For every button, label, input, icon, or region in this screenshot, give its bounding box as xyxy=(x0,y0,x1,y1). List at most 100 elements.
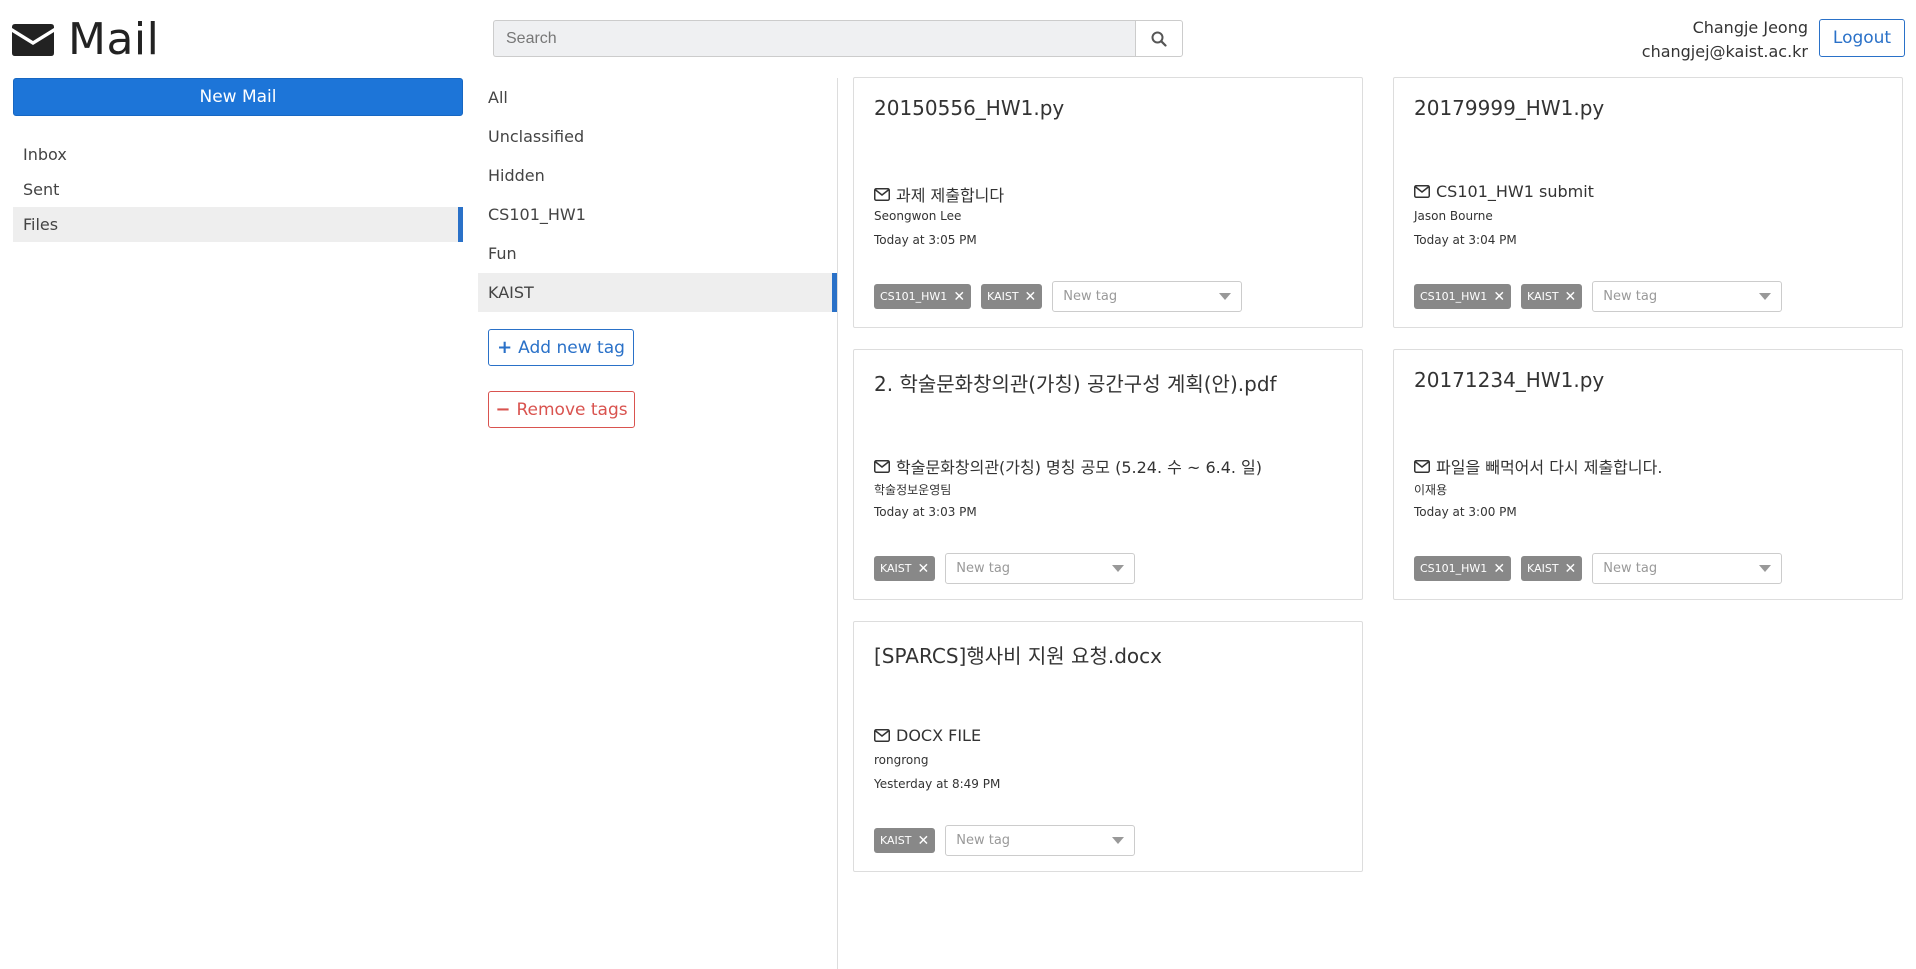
mail-subject[interactable]: 파일을 빼먹어서 다시 제출합니다. xyxy=(1414,454,1662,478)
new-tag-placeholder: New tag xyxy=(1603,289,1658,304)
new-tag-dropdown[interactable]: New tag xyxy=(945,553,1136,584)
mail-time: Today at 3:05 PM xyxy=(874,233,977,247)
mail-time: Today at 3:04 PM xyxy=(1414,233,1517,247)
file-card[interactable]: 20179999_HW1.py CS101_HW1 submit Jason B… xyxy=(1393,77,1903,328)
minus-icon: − xyxy=(495,399,511,420)
mail-subject[interactable]: 학술문화창의관(가칭) 명칭 공모 (5.24. 수 ~ 6.4. 일) xyxy=(874,454,1262,478)
envelope-outline-icon xyxy=(1414,459,1430,473)
mail-sender: 학술정보운영팀 xyxy=(874,483,952,497)
file-name[interactable]: 20179999_HW1.py xyxy=(1414,96,1604,120)
sidebar-nav: Inbox Sent Files xyxy=(13,137,463,242)
close-icon[interactable]: ✕ xyxy=(1565,289,1577,305)
close-icon[interactable]: ✕ xyxy=(1493,289,1505,305)
mail-subject-text: 학술문화창의관(가칭) 명칭 공모 (5.24. 수 ~ 6.4. 일) xyxy=(896,458,1263,477)
close-icon[interactable]: ✕ xyxy=(1493,561,1505,577)
new-tag-placeholder: New tag xyxy=(1603,561,1658,576)
tag-chip: KAIST ✕ xyxy=(981,284,1043,309)
search-icon xyxy=(1151,31,1167,47)
close-icon[interactable]: ✕ xyxy=(918,833,930,849)
envelope-outline-icon xyxy=(1414,185,1430,198)
tag-chip: KAIST ✕ xyxy=(874,556,936,581)
caret-down-icon xyxy=(1112,837,1125,844)
mail-subject-text: 과제 제출합니다 xyxy=(896,186,1005,205)
new-tag-dropdown[interactable]: New tag xyxy=(1052,281,1243,312)
tag-chip: CS101_HW1 ✕ xyxy=(874,284,972,309)
new-tag-placeholder: New tag xyxy=(956,561,1011,576)
remove-tags-button[interactable]: − Remove tags xyxy=(488,391,635,428)
remove-tags-label: Remove tags xyxy=(516,399,628,420)
tag-chip-label: KAIST xyxy=(880,562,912,575)
new-tag-dropdown[interactable]: New tag xyxy=(945,825,1136,856)
tag-chip: CS101_HW1 ✕ xyxy=(1414,556,1512,581)
file-tags: CS101_HW1 ✕ KAIST ✕ New tag xyxy=(1414,553,1783,584)
caret-down-icon xyxy=(1759,293,1772,300)
search-input[interactable] xyxy=(493,20,1135,57)
file-card[interactable]: 2. 학술문화창의관(가칭) 공간구성 계획(안).pdf 학술문화창의관(가칭… xyxy=(853,349,1363,600)
tag-filter-kaist[interactable]: KAIST xyxy=(478,273,837,312)
file-tags: CS101_HW1 ✕ KAIST ✕ New tag xyxy=(1414,281,1783,312)
brand: Mail xyxy=(12,14,159,66)
mail-time: Today at 3:00 PM xyxy=(1414,505,1517,519)
new-tag-dropdown[interactable]: New tag xyxy=(1592,553,1783,584)
close-icon[interactable]: ✕ xyxy=(1565,561,1577,577)
file-card[interactable]: [SPARCS]행사비 지원 요청.docx DOCX FILE rongron… xyxy=(853,621,1363,872)
tag-chip-label: KAIST xyxy=(987,290,1019,303)
column-divider xyxy=(837,78,838,969)
mail-sender: 이재용 xyxy=(1414,483,1448,497)
caret-down-icon xyxy=(1759,565,1772,572)
tag-chip-label: KAIST xyxy=(1527,562,1559,575)
close-icon[interactable]: ✕ xyxy=(1025,289,1037,305)
sidebar-item-sent[interactable]: Sent xyxy=(13,172,463,207)
add-new-tag-label: Add new tag xyxy=(518,337,625,358)
tag-filter-cs101-hw1[interactable]: CS101_HW1 xyxy=(478,195,837,234)
logout-button[interactable]: Logout xyxy=(1819,19,1905,57)
tag-chip: CS101_HW1 ✕ xyxy=(1414,284,1512,309)
mail-subject[interactable]: 과제 제출합니다 xyxy=(874,182,1004,206)
file-name[interactable]: 20171234_HW1.py xyxy=(1414,368,1604,392)
tag-chip-label: CS101_HW1 xyxy=(880,290,948,303)
mail-sender: Jason Bourne xyxy=(1414,209,1493,223)
search-bar xyxy=(493,20,1183,57)
envelope-icon xyxy=(12,24,54,56)
envelope-outline-icon xyxy=(874,459,890,473)
tag-chip-label: KAIST xyxy=(880,834,912,847)
mail-subject-text: CS101_HW1 submit xyxy=(1436,182,1594,201)
mail-sender: rongrong xyxy=(874,753,929,767)
tag-filter-list: All Unclassified Hidden CS101_HW1 Fun KA… xyxy=(478,78,837,312)
mail-subject[interactable]: DOCX FILE xyxy=(874,726,981,745)
mail-sender: Seongwon Lee xyxy=(874,209,962,223)
mail-time: Yesterday at 8:49 PM xyxy=(874,777,1001,791)
add-new-tag-button[interactable]: + Add new tag xyxy=(488,329,634,366)
file-card[interactable]: 20171234_HW1.py 파일을 빼먹어서 다시 제출합니다. 이재용 T… xyxy=(1393,349,1903,600)
envelope-outline-icon xyxy=(874,729,890,742)
tag-filter-hidden[interactable]: Hidden xyxy=(478,156,837,195)
sidebar-item-files[interactable]: Files xyxy=(13,207,463,242)
user-info: Changje Jeong changjej@kaist.ac.kr xyxy=(1642,16,1808,64)
envelope-outline-icon xyxy=(874,187,890,201)
tag-chip: KAIST ✕ xyxy=(874,828,936,853)
file-name[interactable]: 20150556_HW1.py xyxy=(874,96,1064,120)
file-card[interactable]: 20150556_HW1.py 과제 제출합니다 Seongwon Lee To… xyxy=(853,77,1363,328)
close-icon[interactable]: ✕ xyxy=(918,561,930,577)
sidebar-item-inbox[interactable]: Inbox xyxy=(13,137,463,172)
new-tag-dropdown[interactable]: New tag xyxy=(1592,281,1783,312)
search-button[interactable] xyxy=(1135,20,1183,57)
mail-subject-text: DOCX FILE xyxy=(896,726,982,745)
tag-filter-unclassified[interactable]: Unclassified xyxy=(478,117,837,156)
file-name[interactable]: [SPARCS]행사비 지원 요청.docx xyxy=(874,640,1162,669)
tag-filter-all[interactable]: All xyxy=(478,78,837,117)
new-tag-placeholder: New tag xyxy=(956,833,1011,848)
file-tags: CS101_HW1 ✕ KAIST ✕ New tag xyxy=(874,281,1243,312)
tag-chip: KAIST ✕ xyxy=(1521,284,1583,309)
new-tag-placeholder: New tag xyxy=(1063,289,1118,304)
file-tags: KAIST ✕ New tag xyxy=(874,553,1136,584)
tag-chip-label: KAIST xyxy=(1527,290,1559,303)
new-mail-button[interactable]: New Mail xyxy=(13,78,463,116)
file-name[interactable]: 2. 학술문화창의관(가칭) 공간구성 계획(안).pdf xyxy=(874,368,1277,397)
mail-subject[interactable]: CS101_HW1 submit xyxy=(1414,182,1594,201)
close-icon[interactable]: ✕ xyxy=(953,289,965,305)
caret-down-icon xyxy=(1112,565,1125,572)
tag-filter-fun[interactable]: Fun xyxy=(478,234,837,273)
app-title: Mail xyxy=(68,14,160,65)
user-name: Changje Jeong xyxy=(1692,18,1808,37)
